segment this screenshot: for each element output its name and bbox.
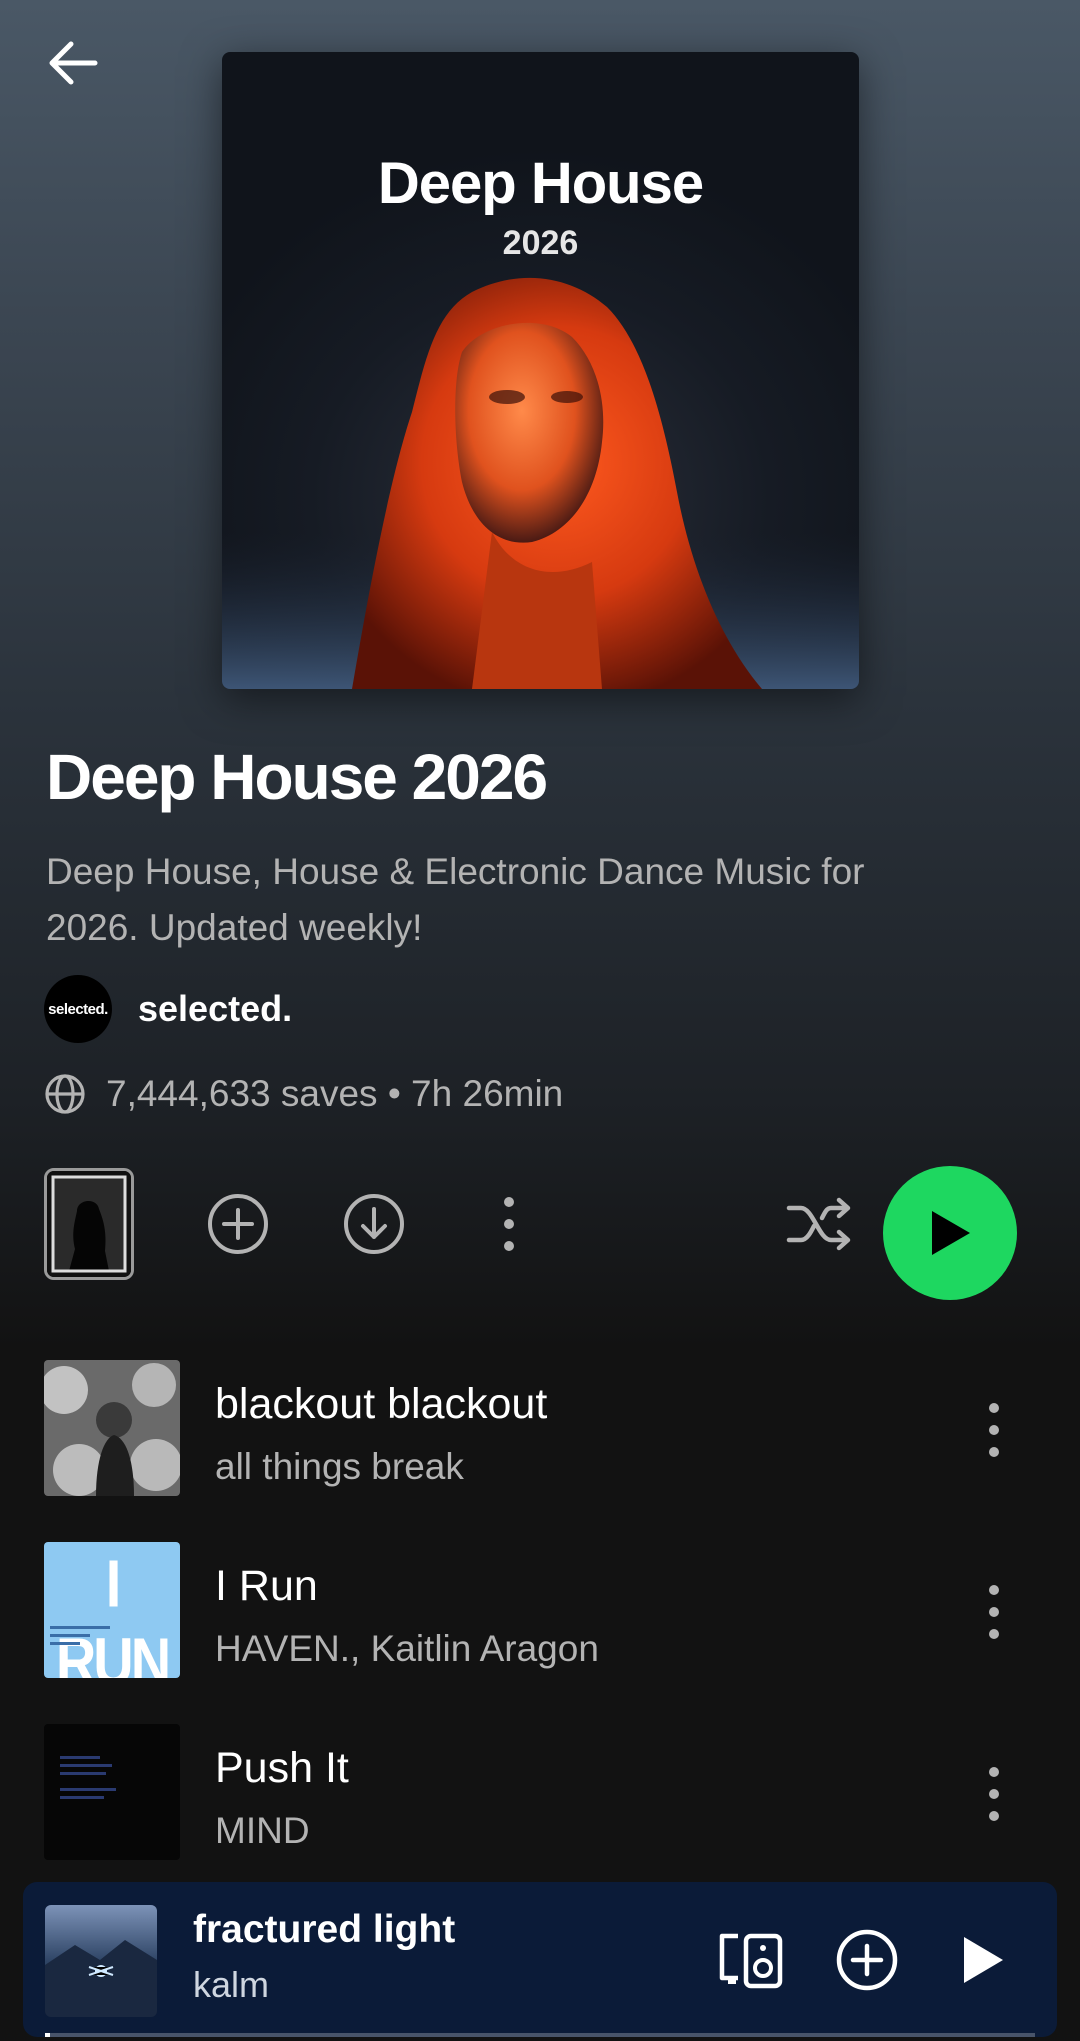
playlist-owner[interactable]: selected. selected.: [44, 974, 292, 1044]
arrow-left-icon: [49, 41, 98, 85]
action-bar: [44, 1166, 1044, 1300]
play-icon: [964, 1937, 1003, 1983]
playlist-saves-duration: 7,444,633 saves • 7h 26min: [106, 1073, 564, 1114]
playback-progress-bar[interactable]: [45, 2033, 1035, 2037]
playlist-cover: Deep House 2026: [222, 52, 859, 689]
play-playlist-button[interactable]: [883, 1166, 1017, 1300]
more-vertical-icon: [989, 1403, 999, 1457]
now-playing-artwork: [45, 1905, 157, 2017]
back-button[interactable]: [38, 28, 108, 98]
playlist-meta: 7,444,633 saves • 7h 26min: [44, 1070, 563, 1118]
track-title: Push It: [215, 1744, 349, 1792]
track-more-button[interactable]: [964, 1572, 1024, 1652]
play-icon: [932, 1211, 970, 1255]
playlist-title: Deep House 2026: [46, 741, 548, 813]
track-title: I Run: [215, 1562, 318, 1610]
download-button[interactable]: [338, 1188, 410, 1260]
shuffle-button[interactable]: [780, 1186, 860, 1262]
preview-image: [47, 1171, 131, 1277]
owner-avatar: selected.: [44, 975, 112, 1043]
cover-portrait-image: [222, 277, 859, 689]
track-artist: MIND: [215, 1810, 310, 1851]
connect-device-icon: [719, 1933, 783, 1989]
more-vertical-icon: [504, 1197, 514, 1251]
now-playing-title: fractured light: [193, 1908, 456, 1951]
add-to-library-button[interactable]: [202, 1188, 274, 1260]
add-now-playing-button[interactable]: [829, 1922, 905, 1998]
cover-year: 2026: [502, 224, 579, 262]
track-artwork: [44, 1360, 180, 1496]
playback-progress-fill: [45, 2033, 50, 2037]
owner-name: selected.: [138, 988, 293, 1029]
track-artwork-text: I RUN: [55, 1545, 171, 1678]
mini-play-button[interactable]: [945, 1922, 1021, 1998]
connect-device-button[interactable]: [713, 1922, 789, 1998]
track-row[interactable]: I RUN I Run HAVEN., Kaitlin Aragon: [44, 1542, 1044, 1678]
track-artwork: I RUN: [44, 1542, 180, 1678]
track-artist: HAVEN., Kaitlin Aragon: [215, 1628, 599, 1669]
mini-player[interactable]: fractured light kalm: [23, 1882, 1057, 2037]
plus-circle-icon: [208, 1194, 268, 1254]
track-more-button[interactable]: [964, 1754, 1024, 1834]
track-row[interactable]: Push It MIND: [44, 1724, 1044, 1860]
track-title: blackout blackout: [215, 1380, 548, 1428]
track-more-button[interactable]: [964, 1390, 1024, 1470]
more-options-button[interactable]: [484, 1188, 534, 1260]
playlist-description: Deep House, House & Electronic Dance Mus…: [46, 851, 865, 948]
shuffle-icon: [786, 1197, 851, 1251]
track-row[interactable]: blackout blackout all things break: [44, 1360, 1044, 1496]
track-artwork: [44, 1724, 180, 1860]
plus-circle-icon: [836, 1929, 898, 1991]
more-vertical-icon: [989, 1585, 999, 1639]
track-artist: all things break: [215, 1446, 464, 1487]
cover-title: Deep House: [377, 151, 704, 216]
now-playing-artist: kalm: [193, 1964, 270, 2005]
more-vertical-icon: [989, 1767, 999, 1821]
preview-thumbnail-button[interactable]: [44, 1168, 134, 1280]
download-circle-icon: [344, 1194, 404, 1254]
globe-icon: [45, 1074, 85, 1114]
